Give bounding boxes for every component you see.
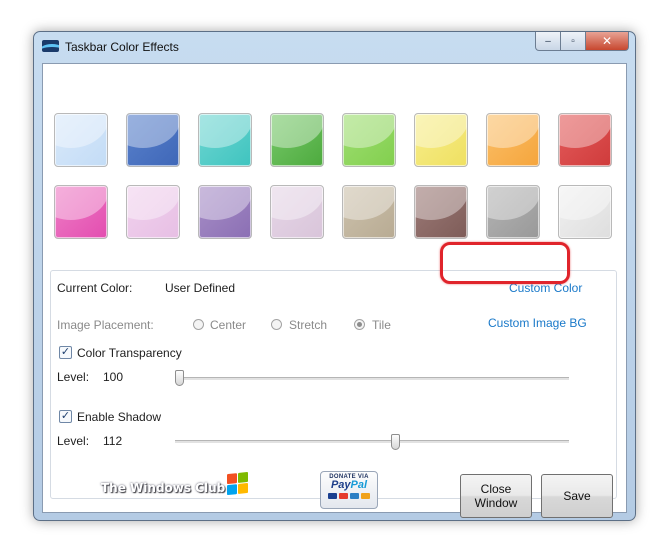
color-swatch[interactable] — [54, 185, 108, 239]
color-transparency-label: Color Transparency — [77, 346, 182, 360]
color-swatch[interactable] — [198, 185, 252, 239]
minimize-button[interactable]: – — [535, 32, 561, 51]
placement-stretch-label: Stretch — [289, 318, 328, 332]
close-window-button-label: Close Window — [474, 482, 518, 510]
placement-center-label: Center — [210, 318, 247, 332]
color-swatch[interactable] — [198, 113, 252, 167]
color-swatch[interactable] — [558, 113, 612, 167]
maximize-button[interactable]: ▫ — [561, 32, 586, 51]
color-transparency-checkbox[interactable]: ✓ — [59, 346, 72, 359]
paypal-wordmark: PayPal — [330, 479, 368, 491]
color-swatch[interactable] — [54, 113, 108, 167]
app-icon — [42, 40, 59, 52]
color-swatch[interactable] — [414, 113, 468, 167]
color-swatch[interactable] — [486, 185, 540, 239]
windows-flag-icon — [227, 471, 249, 496]
caption-buttons: – ▫ ✕ — [535, 32, 629, 51]
enable-shadow-label: Enable Shadow — [77, 410, 162, 424]
color-swatch[interactable] — [126, 113, 180, 167]
save-button-label: Save — [563, 489, 591, 503]
window-title: Taskbar Color Effects — [65, 40, 179, 54]
transparency-slider-track[interactable] — [175, 377, 569, 380]
paypal-donate-button[interactable]: DONATE VIA PayPal — [320, 471, 378, 509]
color-swatch[interactable] — [414, 185, 468, 239]
placement-stretch-radio[interactable] — [271, 319, 282, 330]
color-swatch[interactable] — [270, 185, 324, 239]
shadow-slider-track[interactable] — [175, 440, 569, 443]
transparency-level-label: Level: — [57, 370, 90, 384]
placement-tile-radio[interactable] — [354, 319, 365, 330]
shadow-level-label: Level: — [57, 434, 90, 448]
color-swatch[interactable] — [486, 113, 540, 167]
settings-panel — [50, 270, 617, 499]
close-window-caption-button[interactable]: ✕ — [586, 32, 629, 51]
save-button[interactable]: Save — [541, 474, 613, 518]
image-placement-label: Image Placement: — [57, 318, 154, 332]
current-color-value: User Defined — [165, 281, 236, 295]
color-swatch[interactable] — [342, 185, 396, 239]
color-swatch[interactable] — [342, 113, 396, 167]
color-swatch[interactable] — [270, 113, 324, 167]
close-window-button[interactable]: Close Window — [460, 474, 532, 518]
shadow-slider-thumb[interactable] — [390, 434, 400, 450]
placement-center-radio[interactable] — [193, 319, 204, 330]
current-color-label: Current Color: — [57, 281, 133, 295]
enable-shadow-checkbox[interactable]: ✓ — [59, 410, 72, 423]
placement-tile-label: Tile — [372, 318, 391, 332]
the-windows-club-logo[interactable]: The Windows Club — [101, 481, 225, 495]
highlight-annotation — [440, 242, 570, 284]
card-logos-icon — [321, 493, 377, 499]
client-area: Current Color: User Defined Custom Color… — [42, 63, 627, 518]
shadow-level-value: 112 — [103, 434, 123, 448]
color-swatch[interactable] — [558, 185, 612, 239]
transparency-slider-thumb[interactable] — [175, 370, 184, 386]
custom-image-bg-link[interactable]: Custom Image BG — [488, 316, 587, 330]
color-swatch[interactable] — [126, 185, 180, 239]
transparency-level-value: 100 — [103, 370, 124, 384]
